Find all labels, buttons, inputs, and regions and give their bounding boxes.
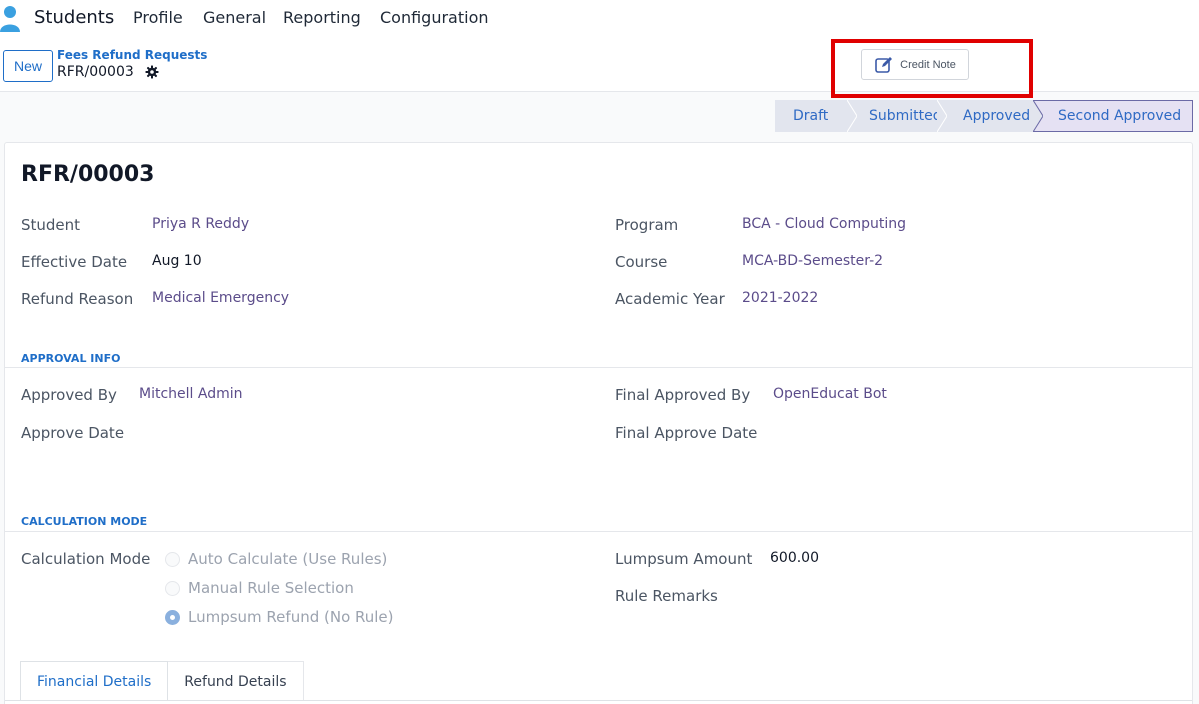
lumpsum-amount-label: Lumpsum Amount <box>615 550 753 568</box>
radio-label: Auto Calculate (Use Rules) <box>188 550 388 568</box>
menu-general[interactable]: General <box>203 8 266 27</box>
radio-auto-calculate[interactable]: Auto Calculate (Use Rules) <box>165 550 387 568</box>
effective-date-label: Effective Date <box>21 253 128 271</box>
program-label: Program <box>615 216 679 234</box>
final-approved-by-label: Final Approved By <box>615 386 751 404</box>
status-bar: Draft Submitted Approved Second Approved <box>775 100 1193 132</box>
gear-icon[interactable] <box>144 64 160 80</box>
stage-label: Submitted <box>869 108 942 124</box>
record-title: RFR/00003 <box>21 162 155 187</box>
effective-date-value: Aug 10 <box>152 253 202 269</box>
course-value[interactable]: MCA-BD-Semester-2 <box>742 253 883 269</box>
calculation-mode-label: Calculation Mode <box>21 550 151 568</box>
radio-lumpsum-refund[interactable]: Lumpsum Refund (No Rule) <box>165 608 394 626</box>
radio-manual-rule[interactable]: Manual Rule Selection <box>165 579 354 597</box>
radio-button[interactable] <box>165 580 180 596</box>
stage-draft[interactable]: Draft <box>775 100 857 132</box>
program-value[interactable]: BCA - Cloud Computing <box>742 216 906 232</box>
stage-submitted[interactable]: Submitted <box>847 100 947 132</box>
menu-reporting[interactable]: Reporting <box>283 8 361 27</box>
control-panel: New Fees Refund Requests RFR/00003 Credi… <box>0 36 1199 98</box>
radio-label: Lumpsum Refund (No Rule) <box>188 608 394 626</box>
breadcrumb-parent[interactable]: Fees Refund Requests <box>57 48 207 62</box>
student-value[interactable]: Priya R Reddy <box>152 216 249 232</box>
new-button[interactable]: New <box>3 50 53 82</box>
stage-label: Second Approved <box>1058 108 1182 124</box>
stage-approved[interactable]: Approved <box>937 100 1043 132</box>
approve-date-label: Approve Date <box>21 424 125 442</box>
app-brand[interactable]: Students <box>34 7 114 28</box>
refund-reason-value[interactable]: Medical Emergency <box>152 290 289 306</box>
academic-year-label: Academic Year <box>615 290 725 308</box>
tab-refund-details[interactable]: Refund Details <box>168 661 304 701</box>
stage-chevron <box>1033 100 1043 132</box>
calculation-mode-heading: CALCULATION MODE <box>21 515 148 528</box>
radio-button-checked[interactable] <box>165 609 180 625</box>
radio-label: Manual Rule Selection <box>188 579 354 597</box>
tab-financial-details[interactable]: Financial Details <box>20 661 169 701</box>
student-label: Student <box>21 216 81 234</box>
lumpsum-amount-value[interactable]: 600.00 <box>770 550 819 566</box>
menu-profile[interactable]: Profile <box>133 8 183 27</box>
final-approved-by-value[interactable]: OpenEducat Bot <box>773 386 887 402</box>
stage-label: Approved <box>963 108 1031 124</box>
section-divider <box>5 531 1192 532</box>
section-divider <box>5 367 1192 368</box>
credit-note-label: Credit Note <box>900 58 956 71</box>
app-user-icon[interactable] <box>0 4 22 32</box>
credit-note-button[interactable]: Credit Note <box>861 49 969 80</box>
stage-chevron <box>847 100 857 132</box>
rule-remarks-label: Rule Remarks <box>615 587 718 605</box>
refund-reason-label: Refund Reason <box>21 290 134 308</box>
approved-by-label: Approved By <box>21 386 117 404</box>
notebook-tabs: Financial Details Refund Details <box>20 661 304 701</box>
approval-info-heading: APPROVAL INFO <box>21 352 121 365</box>
stage-chevron <box>937 100 947 132</box>
menu-configuration[interactable]: Configuration <box>380 8 489 27</box>
final-approve-date-label: Final Approve Date <box>615 424 758 442</box>
top-navbar: Students Profile General Reporting Confi… <box>0 0 1199 36</box>
stage-second-approved[interactable]: Second Approved <box>1033 100 1193 132</box>
course-label: Course <box>615 253 668 271</box>
radio-button[interactable] <box>165 551 180 567</box>
tab-divider <box>5 700 1192 701</box>
academic-year-value[interactable]: 2021-2022 <box>742 290 818 306</box>
form-sheet: RFR/00003 Student Priya R Reddy Effectiv… <box>4 142 1193 704</box>
breadcrumb-current: RFR/00003 <box>57 64 134 80</box>
stage-label: Draft <box>793 108 829 124</box>
edit-icon <box>875 56 893 73</box>
approved-by-value[interactable]: Mitchell Admin <box>139 386 243 402</box>
